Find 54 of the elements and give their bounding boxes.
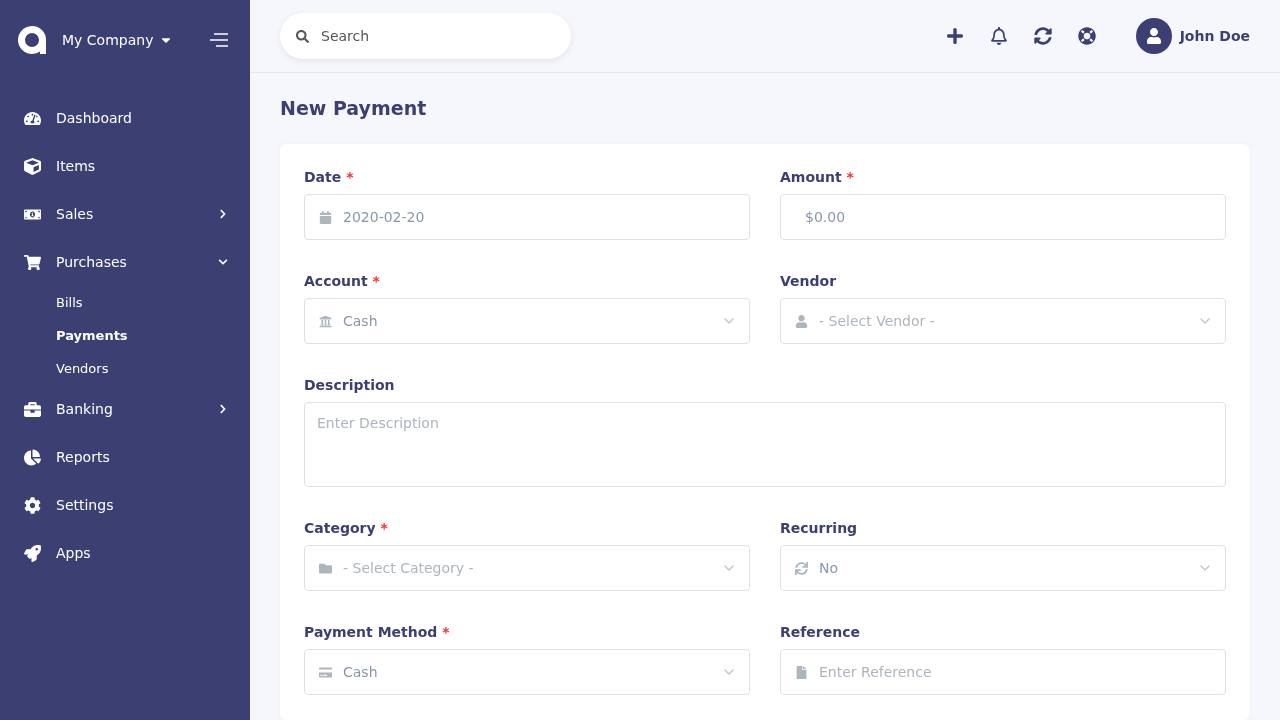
menu-button[interactable] (208, 33, 228, 47)
sidebar-item[interactable]: Reports (0, 433, 250, 481)
sidebar-item[interactable]: Items (0, 142, 250, 190)
search-icon (296, 29, 309, 43)
folder-icon (317, 561, 333, 575)
add-button[interactable] (945, 27, 964, 45)
field-label: Category * (304, 520, 389, 536)
sidebar-subitem[interactable]: Vendors (0, 352, 250, 385)
sidebar-item[interactable]: Purchases (0, 238, 250, 286)
pie-chart-icon (24, 448, 41, 466)
field-label: Account * (304, 273, 381, 289)
text-input[interactable]: Enter Reference (819, 650, 1213, 694)
sidebar-subitem[interactable]: Bills (0, 286, 250, 319)
field-label: Recurring (780, 520, 859, 536)
field-label: Description (304, 377, 396, 393)
dashboard-icon (24, 109, 41, 127)
avatar-icon (1135, 18, 1172, 54)
user-icon (793, 314, 809, 328)
rocket-icon (24, 544, 41, 562)
field-label: Date * (304, 169, 355, 185)
sidebar-item[interactable]: Apps (0, 529, 250, 577)
cube-icon (24, 157, 41, 175)
help-button[interactable] (1077, 27, 1096, 45)
field-label: Amount * (780, 169, 855, 185)
field-label: Payment Method * (304, 624, 451, 640)
refresh-button[interactable] (1033, 27, 1052, 45)
bank-icon (317, 314, 333, 328)
refresh-icon (793, 561, 809, 575)
calendar-icon (317, 210, 333, 224)
search-box[interactable]: Search (280, 13, 571, 59)
user-menu[interactable]: John Doe (1135, 18, 1250, 54)
briefcase-icon (24, 400, 41, 418)
chevron-right-icon (218, 404, 228, 414)
gear-icon (24, 496, 41, 514)
sidebar-item[interactable]: Banking (0, 385, 250, 433)
chevron-down-icon (218, 257, 228, 267)
field-label: Reference (780, 624, 862, 640)
logo-icon (16, 24, 48, 56)
text-input[interactable]: Enter Description (317, 415, 1213, 474)
sidebar-subitem[interactable]: Payments (0, 319, 250, 352)
menu-icon (208, 33, 228, 47)
sidebar-item[interactable]: Sales (0, 190, 250, 238)
credit-card-icon (317, 665, 333, 679)
chevron-right-icon (218, 209, 228, 219)
field-label: Vendor (780, 273, 838, 289)
company-dropdown[interactable]: My Company (62, 32, 174, 48)
sidebar-item[interactable]: Dashboard (0, 94, 250, 142)
input-field[interactable]: Enter Reference (780, 649, 1226, 695)
page-title: New Payment (280, 97, 428, 119)
cart-icon (24, 253, 41, 271)
textarea-field[interactable]: Enter Description (304, 402, 1226, 487)
sidebar-item[interactable]: Settings (0, 481, 250, 529)
search-input[interactable]: Search (319, 13, 555, 59)
bell-button[interactable] (989, 27, 1008, 45)
